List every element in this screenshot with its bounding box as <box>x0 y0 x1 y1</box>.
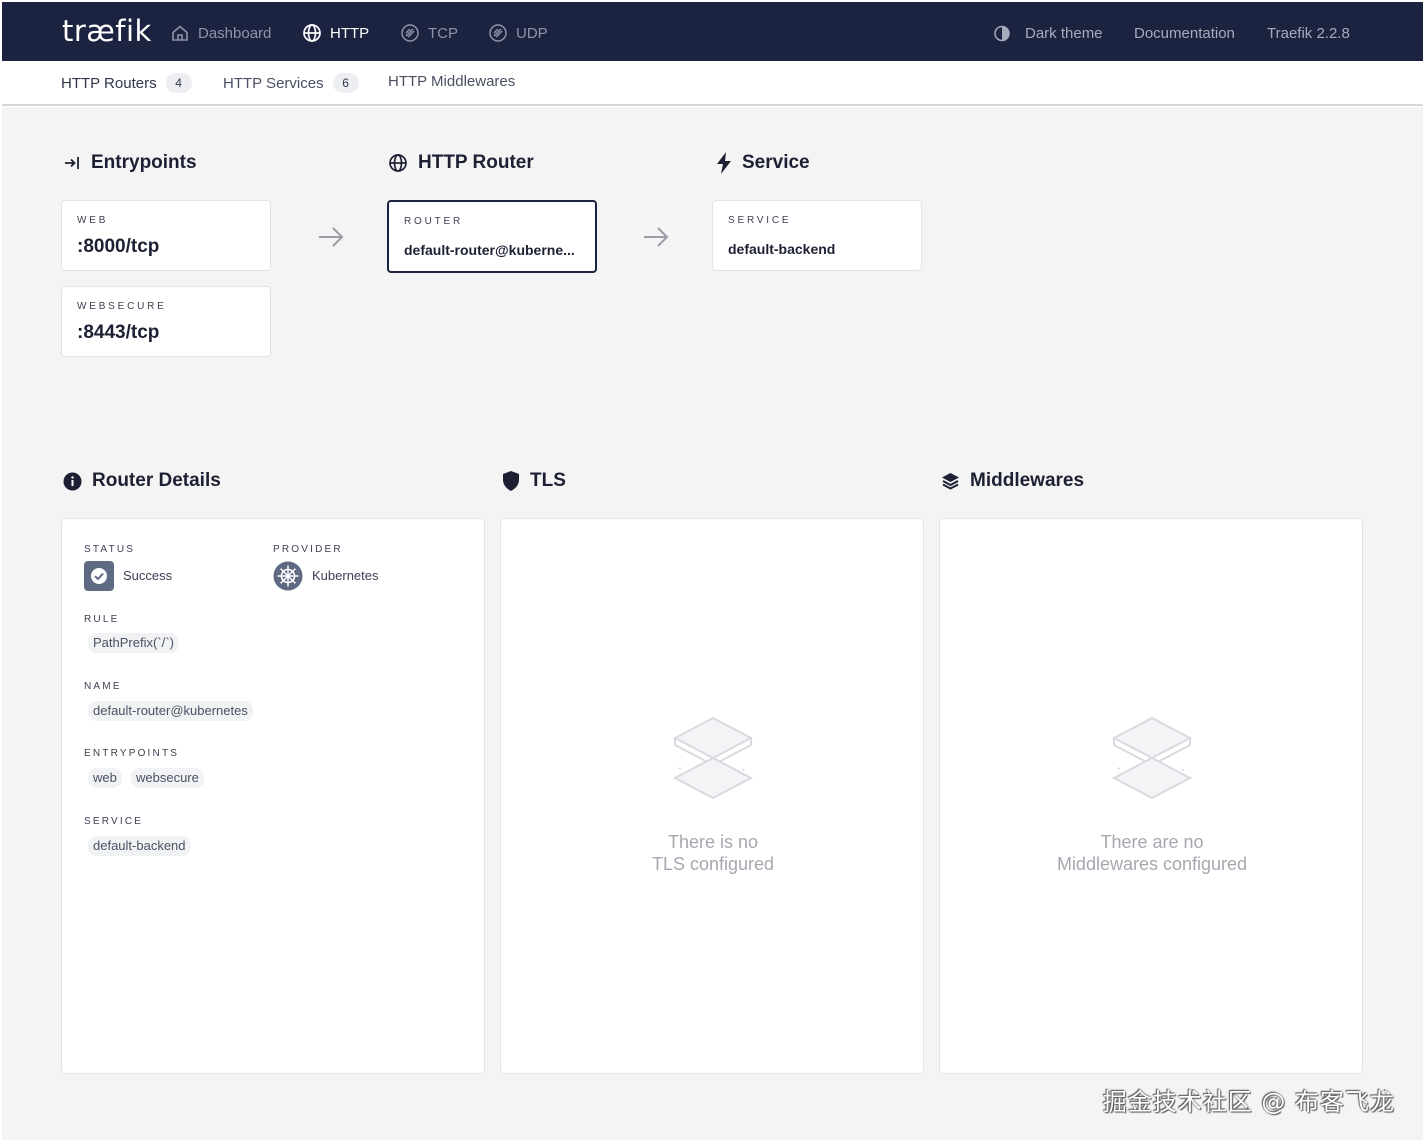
sub-navbar: HTTP Routers 4 HTTP Services 6 HTTP Midd… <box>2 61 1423 106</box>
service-chip: default-backend <box>88 836 191 856</box>
rule-label: RULE <box>84 614 120 625</box>
nav-tcp-label: TCP <box>428 24 458 42</box>
lightning-icon <box>717 152 731 174</box>
nav-udp[interactable]: UDP <box>488 21 548 45</box>
status-label: STATUS <box>84 544 136 555</box>
status-badge <box>84 561 114 591</box>
entrypoints-title: Entrypoints <box>63 152 197 174</box>
home-icon <box>172 25 188 41</box>
tab-http-services[interactable]: HTTP Services 6 <box>223 73 359 93</box>
tls-empty-line1: There is no <box>667 832 759 852</box>
router-card[interactable]: ROUTER default-router@kuberne... <box>387 200 597 273</box>
entrypoint-label: WEB <box>77 215 109 226</box>
provider-label: PROVIDER <box>273 544 343 555</box>
entrypoint-chip-websecure: websecure <box>131 768 204 788</box>
nav-dashboard[interactable]: Dashboard <box>170 21 271 45</box>
empty-layers-icon <box>1111 716 1193 800</box>
service-title: Service <box>716 152 810 174</box>
entrypoint-label: WEBSECURE <box>77 301 167 312</box>
kubernetes-icon <box>273 561 303 591</box>
middlewares-title: Middlewares <box>941 470 1084 492</box>
shield-icon <box>503 471 519 491</box>
nav-dashboard-label: Dashboard <box>198 24 272 42</box>
entrypoint-value: :8443/tcp <box>77 322 160 343</box>
globe-icon <box>303 24 321 42</box>
info-icon <box>63 472 82 490</box>
theme-drop-icon <box>994 25 1010 42</box>
router-label: ROUTER <box>404 216 464 227</box>
dark-theme-label: Dark theme <box>1025 24 1103 42</box>
service-card[interactable]: SERVICE default-backend <box>712 200 922 271</box>
status-value: Success <box>123 568 173 583</box>
middlewares-empty-line2: Middlewares configured <box>1056 854 1248 874</box>
routers-count-badge: 4 <box>165 73 192 93</box>
entrypoint-value: :8000/tcp <box>77 236 160 257</box>
documentation-link[interactable]: Documentation <box>1134 21 1235 45</box>
entrypoint-chip-web: web <box>88 768 122 788</box>
entrypoints-label: ENTRYPOINTS <box>84 748 180 759</box>
provider-value: Kubernetes <box>312 568 379 583</box>
arrow-right-icon <box>319 227 344 247</box>
nav-http-label: HTTP <box>330 24 370 42</box>
tls-title: TLS <box>502 470 566 492</box>
services-count-badge: 6 <box>332 73 359 93</box>
tab-http-middlewares[interactable]: HTTP Middlewares <box>388 73 515 90</box>
rule-chip: PathPrefix(`/`) <box>88 633 179 653</box>
tab-http-routers-label: HTTP Routers <box>61 74 157 92</box>
service-label: SERVICE <box>728 215 792 226</box>
main-content: Entrypoints HTTP Router Service WEB :800… <box>2 107 1423 1140</box>
version-label: Traefik 2.2.8 <box>1267 24 1350 42</box>
http-router-title: HTTP Router <box>388 152 534 174</box>
router-details-panel: STATUS Success PROVIDER Kubernetes RULE … <box>61 518 485 1074</box>
nav-udp-label: UDP <box>516 24 548 42</box>
empty-layers-icon <box>672 716 754 800</box>
tab-http-middlewares-label: HTTP Middlewares <box>388 73 516 90</box>
tab-http-routers[interactable]: HTTP Routers 4 <box>61 73 192 93</box>
globe-icon <box>389 154 407 172</box>
name-label: NAME <box>84 681 122 692</box>
traefik-logo[interactable]: træfik <box>62 14 152 48</box>
service-value: default-backend <box>728 241 836 257</box>
watermark: 掘金技术社区 @ 布客飞龙 <box>1102 1088 1395 1116</box>
router-details-title: Router Details <box>63 470 221 492</box>
tls-empty-line2: TLS configured <box>651 854 775 874</box>
sign-in-icon <box>65 157 79 169</box>
entrypoint-card-websecure[interactable]: WEBSECURE :8443/tcp <box>61 286 271 357</box>
entrypoint-card-web[interactable]: WEB :8000/tcp <box>61 200 271 271</box>
udp-icon <box>489 24 507 42</box>
nav-tcp[interactable]: TCP <box>400 21 458 45</box>
name-chip: default-router@kubernetes <box>88 701 253 721</box>
check-circle-icon <box>91 568 107 584</box>
router-value: default-router@kuberne... <box>404 242 575 258</box>
nav-http[interactable]: HTTP <box>302 21 369 45</box>
top-navbar: træfik Dashboard HTTP TCP UDP Dark theme… <box>2 2 1423 61</box>
tls-panel: There is no TLS configured <box>500 518 924 1074</box>
tcp-icon <box>401 24 419 42</box>
tab-http-services-label: HTTP Services <box>223 74 324 92</box>
layers-icon <box>942 472 959 490</box>
service-detail-label: SERVICE <box>84 816 144 827</box>
arrow-right-icon <box>644 227 669 247</box>
middlewares-empty-line1: There are no <box>1100 832 1204 852</box>
middlewares-panel: There are no Middlewares configured <box>939 518 1363 1074</box>
dark-theme-toggle[interactable]: Dark theme <box>993 21 1103 45</box>
